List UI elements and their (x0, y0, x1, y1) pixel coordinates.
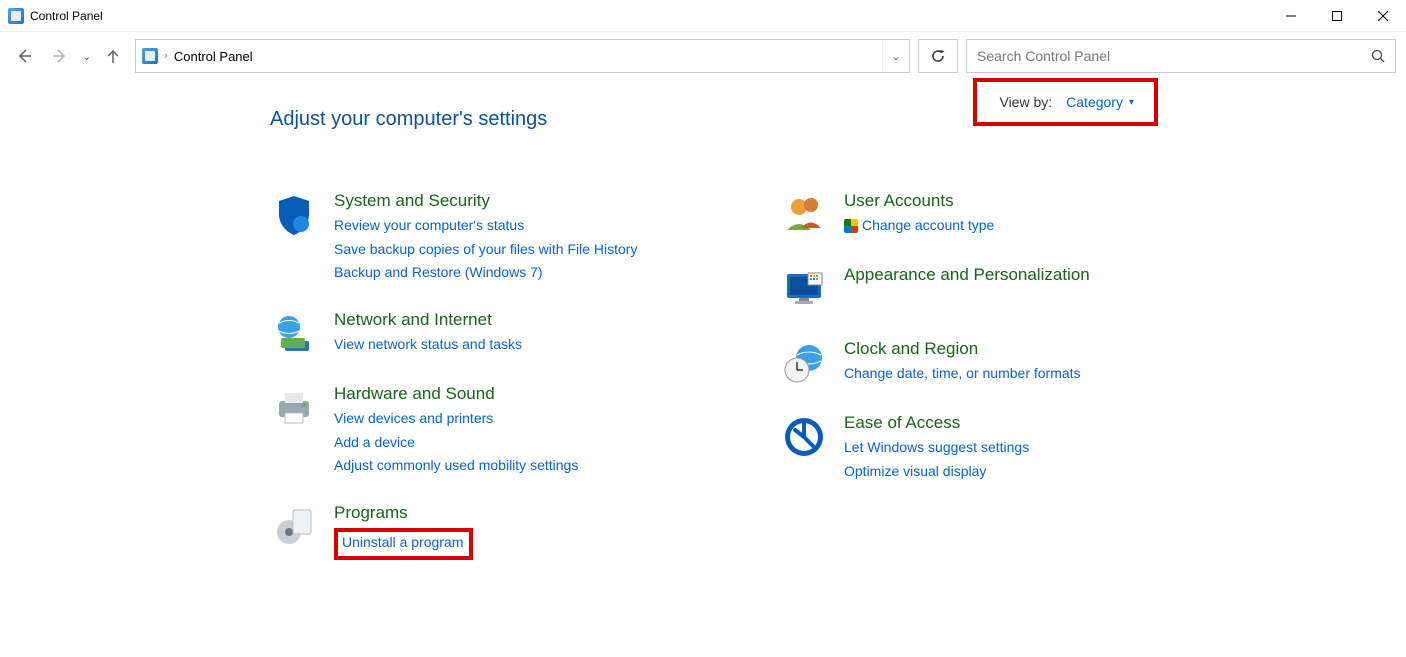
page-title: Adjust your computer's settings (270, 108, 547, 131)
link-network-status[interactable]: View network status and tasks (334, 334, 522, 356)
category-network-internet: Network and Internet View network status… (270, 310, 690, 358)
search-input[interactable] (977, 48, 1371, 64)
category-title[interactable]: User Accounts (844, 191, 994, 211)
window-controls (1268, 0, 1406, 32)
link-mobility-settings[interactable]: Adjust commonly used mobility settings (334, 455, 578, 477)
view-by-label: View by: (999, 94, 1052, 110)
breadcrumb-separator-icon: › (164, 50, 168, 62)
search-icon (1371, 49, 1385, 63)
link-file-history[interactable]: Save backup copies of your files with Fi… (334, 239, 637, 261)
category-title[interactable]: Appearance and Personalization (844, 265, 1090, 285)
highlight-uninstall-program: Uninstall a program (334, 528, 473, 560)
category-title[interactable]: Network and Internet (334, 310, 522, 330)
monitor-icon (780, 265, 828, 313)
category-hardware-sound: Hardware and Sound View devices and prin… (270, 384, 690, 477)
address-dropdown-button[interactable]: ⌄ (883, 40, 909, 72)
refresh-button[interactable] (918, 39, 958, 73)
content-area: Adjust your computer's settings View by:… (0, 80, 1406, 560)
clock-globe-icon (780, 339, 828, 387)
shield-icon (270, 191, 318, 239)
breadcrumb[interactable]: Control Panel (174, 49, 253, 64)
titlebar: Control Panel (0, 0, 1406, 32)
control-panel-icon (8, 8, 24, 24)
link-devices-printers[interactable]: View devices and printers (334, 408, 578, 430)
category-clock-region: Clock and Region Change date, time, or n… (780, 339, 1200, 387)
category-title[interactable]: Clock and Region (844, 339, 1081, 359)
link-add-device[interactable]: Add a device (334, 432, 578, 454)
link-backup-restore[interactable]: Backup and Restore (Windows 7) (334, 262, 637, 284)
category-title[interactable]: Programs (334, 503, 473, 523)
link-windows-suggest[interactable]: Let Windows suggest settings (844, 437, 1029, 459)
view-by-selector[interactable]: View by: Category ▾ (973, 78, 1158, 126)
chevron-down-icon: ▾ (1129, 97, 1134, 108)
category-appearance: Appearance and Personalization (780, 265, 1200, 313)
ease-of-access-icon (780, 413, 828, 461)
user-accounts-icon (780, 191, 828, 239)
minimize-button[interactable] (1268, 0, 1314, 32)
uac-shield-icon (844, 219, 858, 233)
category-system-security: System and Security Review your computer… (270, 191, 690, 284)
link-change-account-type[interactable]: Change account type (844, 215, 994, 237)
programs-icon (270, 503, 318, 551)
window-title: Control Panel (30, 9, 103, 23)
category-ease-of-access: Ease of Access Let Windows suggest setti… (780, 413, 1200, 482)
navbar: ⌄ › Control Panel ⌄ (0, 32, 1406, 80)
link-review-status[interactable]: Review your computer's status (334, 215, 637, 237)
link-optimize-display[interactable]: Optimize visual display (844, 461, 1029, 483)
link-uninstall-program[interactable]: Uninstall a program (342, 532, 463, 554)
close-button[interactable] (1360, 0, 1406, 32)
view-by-value[interactable]: Category (1066, 94, 1123, 110)
address-icon (142, 48, 158, 64)
forward-button[interactable] (46, 42, 74, 70)
category-user-accounts: User Accounts Change account type (780, 191, 1200, 239)
maximize-button[interactable] (1314, 0, 1360, 32)
category-column-right: User Accounts Change account type Appear… (780, 191, 1200, 560)
link-date-time-formats[interactable]: Change date, time, or number formats (844, 363, 1081, 385)
search-box[interactable] (966, 39, 1396, 73)
globe-network-icon (270, 310, 318, 358)
category-title[interactable]: Hardware and Sound (334, 384, 578, 404)
address-bar[interactable]: › Control Panel ⌄ (135, 39, 910, 73)
category-column-left: System and Security Review your computer… (270, 191, 690, 560)
category-programs: Programs Uninstall a program (270, 503, 690, 560)
category-title[interactable]: Ease of Access (844, 413, 1029, 433)
printer-icon (270, 384, 318, 432)
up-button[interactable] (99, 42, 127, 70)
back-button[interactable] (10, 42, 38, 70)
category-title[interactable]: System and Security (334, 191, 637, 211)
recent-locations-button[interactable]: ⌄ (82, 50, 91, 63)
